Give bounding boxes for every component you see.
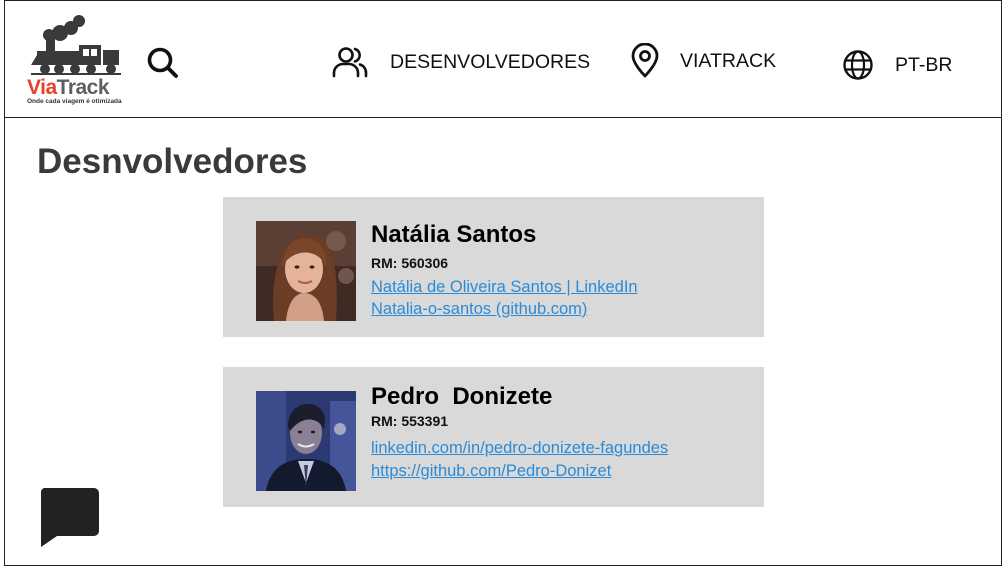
chat-bubble-icon <box>40 488 99 547</box>
developer-name: Natália Santos <box>371 221 537 248</box>
nav-label: VIATRACK <box>680 49 777 72</box>
nav-viatrack[interactable]: VIATRACK <box>629 43 776 79</box>
developer-rm: RM: 560306 <box>371 255 449 271</box>
search-icon <box>147 47 178 78</box>
developer-card: Pedro Donizete RM: 553391 linkedin.com/i… <box>223 367 764 507</box>
page-title: Desnvolvedores <box>37 142 308 181</box>
train-icon <box>31 15 121 75</box>
profile-photo <box>256 221 356 321</box>
developer-rm: RM: 553391 <box>371 413 449 429</box>
viatrack-logo[interactable]: ViaTrack Onde cada viagem é otimizada <box>27 13 123 105</box>
language-selector[interactable]: PT-BR <box>842 49 952 81</box>
globe-icon <box>843 50 873 80</box>
search-button[interactable] <box>145 45 181 81</box>
top-navbar: ViaTrack Onde cada viagem é otimizada DE… <box>5 1 1001 118</box>
github-link[interactable]: https://github.com/Pedro-Donizet <box>371 462 611 481</box>
nav-label: DESENVOLVEDORES <box>390 50 591 73</box>
logo-tagline: Onde cada viagem é otimizada <box>27 98 122 105</box>
nav-label: PT-BR <box>895 53 953 76</box>
profile-photo <box>256 391 356 491</box>
map-pin-icon <box>631 43 659 78</box>
users-icon <box>332 47 368 78</box>
developer-card: Natália Santos RM: 560306 Natália de Oli… <box>223 197 764 337</box>
nav-desenvolvedores[interactable]: DESENVOLVEDORES <box>331 45 590 79</box>
github-link[interactable]: Natalia-o-santos (github.com) <box>371 300 587 319</box>
chat-button[interactable] <box>39 487 101 549</box>
linkedin-link[interactable]: Natália de Oliveira Santos | LinkedIn <box>371 278 638 297</box>
developer-name: Pedro Donizete <box>371 383 553 410</box>
logo-wordmark: ViaTrack <box>27 76 110 99</box>
app-frame: ViaTrack Onde cada viagem é otimizada DE… <box>4 0 1002 566</box>
linkedin-link[interactable]: linkedin.com/in/pedro-donizete-fagundes <box>371 439 668 458</box>
